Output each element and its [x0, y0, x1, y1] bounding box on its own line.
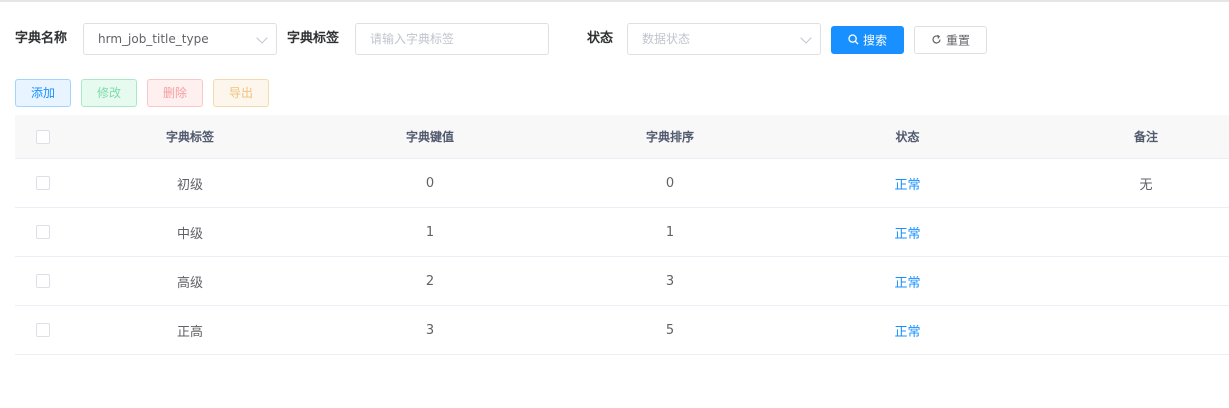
cell-dict-label: 中级 — [176, 226, 203, 242]
reset-button-label: 重置 — [945, 33, 970, 48]
top-divider — [0, 0, 1229, 2]
row-checkbox[interactable] — [35, 274, 50, 288]
dict-data-table: 字典标签 字典键值 字典排序 状态 备注 初级 0 0 正常 无 中级 1 1 … — [15, 115, 1229, 355]
select-all-checkbox[interactable] — [35, 129, 50, 144]
dict-label-input[interactable]: 请输入字典标签 — [355, 23, 549, 55]
header-remark[interactable]: 备注 — [1025, 115, 1229, 158]
cell-dict-key: 1 — [425, 224, 435, 240]
cell-remark — [1025, 306, 1229, 354]
search-button-label: 搜索 — [862, 33, 887, 48]
cell-dict-sort: 0 — [665, 175, 675, 191]
header-dict-label[interactable]: 字典标签 — [70, 115, 310, 158]
chevron-down-icon — [800, 32, 812, 44]
table-header: 字典标签 字典键值 字典排序 状态 备注 — [15, 115, 1229, 159]
header-status[interactable]: 状态 — [790, 115, 1025, 158]
status-label: 状态 — [587, 31, 614, 46]
search-icon — [848, 33, 859, 48]
table-row[interactable]: 正高 3 5 正常 — [15, 306, 1229, 355]
dict-name-value: hrm_job_title_type — [98, 32, 209, 46]
cell-dict-key: 0 — [425, 175, 435, 191]
row-checkbox[interactable] — [35, 323, 50, 337]
cell-dict-label: 高级 — [176, 275, 203, 291]
dict-label-label: 字典标签 — [287, 31, 340, 46]
dict-name-label: 字典名称 — [15, 31, 68, 46]
cell-status: 正常 — [894, 226, 921, 242]
status-select[interactable]: 数据状态 — [627, 23, 821, 55]
refresh-icon — [931, 34, 942, 48]
dict-label-placeholder: 请输入字典标签 — [370, 32, 455, 46]
cell-status: 正常 — [894, 275, 921, 291]
reset-button[interactable]: 重置 — [914, 26, 987, 54]
export-button[interactable]: 导出 — [213, 79, 269, 107]
delete-button[interactable]: 删除 — [147, 79, 203, 107]
edit-button[interactable]: 修改 — [81, 79, 137, 107]
table-row[interactable]: 初级 0 0 正常 无 — [15, 159, 1229, 208]
cell-remark — [1025, 257, 1229, 305]
chevron-down-icon — [256, 32, 268, 44]
header-dict-sort[interactable]: 字典排序 — [550, 115, 790, 158]
cell-remark — [1025, 208, 1229, 256]
cell-status: 正常 — [894, 324, 921, 340]
cell-dict-sort: 5 — [665, 322, 675, 338]
cell-dict-label: 正高 — [176, 324, 203, 340]
cell-dict-sort: 3 — [665, 273, 675, 289]
cell-dict-key: 3 — [425, 322, 435, 338]
header-dict-key[interactable]: 字典键值 — [310, 115, 550, 158]
cell-status: 正常 — [894, 177, 921, 193]
cell-remark: 无 — [1139, 177, 1153, 193]
cell-dict-sort: 1 — [665, 224, 675, 240]
status-placeholder: 数据状态 — [642, 32, 691, 46]
cell-dict-key: 2 — [425, 273, 435, 289]
add-button[interactable]: 添加 — [15, 79, 71, 107]
table-row[interactable]: 高级 2 3 正常 — [15, 257, 1229, 306]
table-row[interactable]: 中级 1 1 正常 — [15, 208, 1229, 257]
dict-name-select[interactable]: hrm_job_title_type — [83, 23, 277, 55]
search-button[interactable]: 搜索 — [831, 26, 904, 54]
row-checkbox[interactable] — [35, 176, 50, 190]
cell-dict-label: 初级 — [176, 177, 203, 193]
row-checkbox[interactable] — [35, 225, 50, 239]
